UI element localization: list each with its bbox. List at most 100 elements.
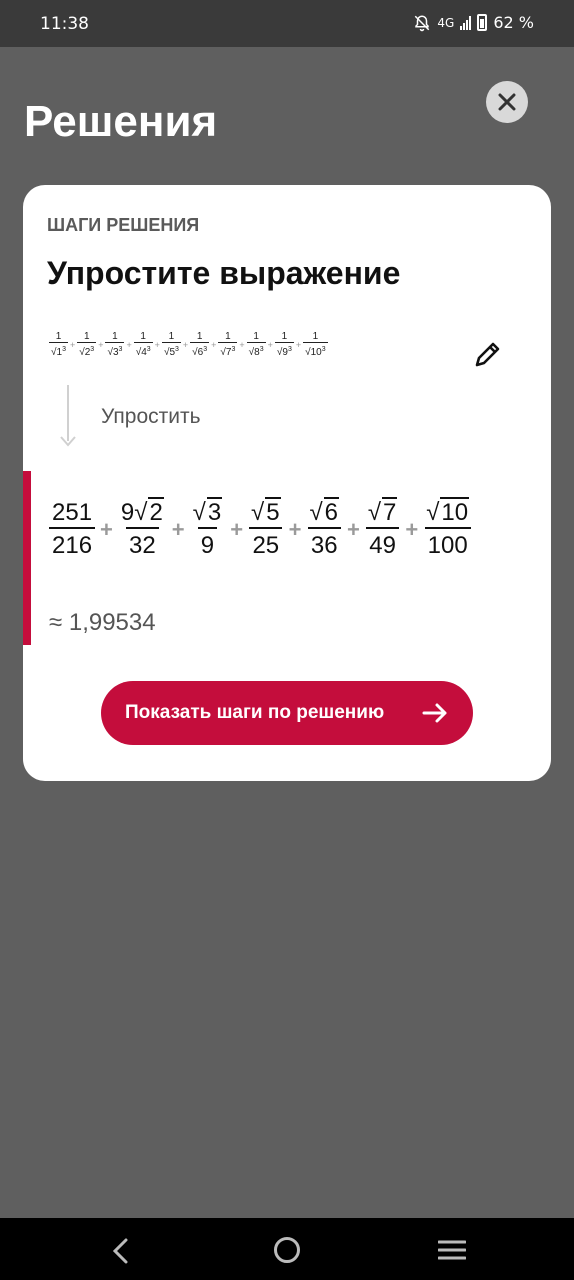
fraction-denominator: √23: [77, 342, 97, 358]
step-label: Упростить: [101, 405, 201, 428]
root-exponent: 3: [175, 346, 179, 353]
card-title: Упростите выражение: [47, 255, 401, 291]
solution-card: ШАГИ РЕШЕНИЯ Упростите выражение 1 √13 +1 √…: [23, 185, 551, 781]
coefficient: 9: [120, 499, 135, 526]
plus-sign: +: [126, 339, 132, 350]
fraction-term: 1 √13: [49, 331, 68, 358]
show-steps-label: Показать шаги по решению: [125, 702, 385, 723]
root-base: 53: [169, 346, 179, 358]
fraction-numerator: 1: [196, 331, 203, 342]
radicand: 5: [265, 497, 281, 526]
fraction-term: 1 √33: [105, 331, 125, 358]
menu-icon[interactable]: [438, 1239, 466, 1261]
fraction-term: 1 √103: [303, 331, 328, 358]
fraction-denominator: 9: [197, 527, 218, 560]
root-base: 43: [141, 346, 151, 358]
page-title: Решения: [24, 97, 218, 146]
radicand: 2: [148, 497, 164, 526]
fraction-denominator: √13: [49, 342, 68, 358]
root-base: 33: [112, 346, 123, 358]
battery-icon: [477, 14, 488, 31]
home-icon[interactable]: [274, 1237, 300, 1263]
fraction-denominator: √63: [190, 342, 210, 358]
navigation-bar: [0, 1218, 574, 1280]
plus-sign: +: [346, 516, 360, 542]
fraction-denominator: 25: [249, 527, 283, 560]
fraction-denominator: √93: [274, 342, 294, 358]
root-exponent: 3: [203, 346, 208, 353]
plus-sign: +: [98, 339, 104, 350]
plus-sign: +: [100, 516, 113, 542]
fraction-numerator: 1: [225, 331, 231, 342]
plus-sign: +: [211, 339, 217, 350]
fraction-term: √3 9: [190, 497, 226, 560]
fraction-numerator: 1: [168, 331, 175, 342]
fraction-term: 1 √23: [77, 331, 97, 358]
root-exponent: 3: [259, 346, 264, 353]
fraction-numerator: 9√2: [120, 497, 164, 526]
root-base: 23: [84, 346, 95, 358]
plus-sign: +: [288, 516, 302, 542]
signal-icon: [460, 15, 472, 30]
fraction-numerator: 1: [55, 331, 62, 342]
fraction-denominator: 100: [424, 527, 471, 560]
approx-value: ≈ 1,99534: [49, 609, 156, 636]
fraction-term: 1 √93: [274, 331, 294, 358]
radicand: 7: [382, 497, 398, 526]
root-exponent: 3: [62, 346, 66, 353]
fraction-denominator: 36: [307, 527, 341, 560]
fraction-denominator: √103: [303, 342, 328, 358]
status-time: 11:38: [40, 14, 89, 34]
fraction-term: 1 √63: [190, 331, 210, 358]
root-base: 83: [254, 346, 264, 358]
fraction-denominator: √43: [133, 342, 153, 358]
radicand: 6: [323, 497, 339, 526]
pencil-icon[interactable]: [471, 337, 505, 371]
root-base: 103: [310, 346, 326, 358]
fraction-term: √10 100: [423, 497, 472, 560]
plus-sign: +: [69, 339, 76, 350]
fraction-term: 9√2 32: [118, 497, 167, 560]
fraction-numerator: √3: [192, 497, 223, 526]
result-expression: 251 216 +9√2 32 + √3 9 + √5 25 + √6 36 + √7 49 + √10 100: [49, 497, 472, 560]
root-base: 63: [197, 346, 208, 358]
radicand: 3: [206, 497, 223, 526]
fraction-numerator: √5: [251, 497, 281, 526]
root-base: 73: [225, 346, 236, 358]
fraction-numerator: 1: [281, 331, 288, 342]
fraction-term: 251 216: [49, 499, 96, 560]
steps-label: ШАГИ РЕШЕНИЯ: [47, 215, 200, 235]
fraction-denominator: 49: [366, 527, 399, 560]
close-button[interactable]: [486, 81, 528, 123]
fraction-numerator: √10: [426, 497, 470, 526]
result-accent-bar: [23, 471, 31, 645]
plus-sign: +: [295, 339, 302, 350]
fraction-term: 1 √43: [133, 331, 153, 358]
fraction-term: 1 √73: [218, 331, 238, 358]
root-exponent: 3: [231, 346, 236, 353]
network-type: 4G: [437, 15, 455, 30]
show-steps-button[interactable]: Показать шаги по решению: [101, 681, 473, 745]
bell-off-icon: [415, 14, 430, 31]
numerator-value: 251: [52, 499, 93, 526]
problem-expression: 1 √13 +1 √23 +1 √33 +1 √43 +1 √53 +1 √63 +1 √73 +1 √83 +…: [49, 331, 328, 358]
root-base: 13: [56, 346, 66, 358]
root-exponent: 3: [90, 346, 95, 353]
fraction-term: √5 25: [248, 497, 284, 560]
fraction-numerator: √6: [309, 497, 339, 526]
fraction-numerator: 1: [253, 331, 259, 342]
plus-sign: +: [405, 516, 419, 542]
status-icons: 4G 62 %: [413, 13, 534, 32]
fraction-numerator: 1: [83, 331, 90, 342]
radicand: 10: [440, 497, 470, 526]
fraction-term: √6 36: [306, 497, 342, 560]
fraction-numerator: 1: [140, 331, 146, 342]
fraction-numerator: 251: [49, 499, 95, 527]
plus-sign: +: [239, 339, 245, 350]
root-exponent: 3: [321, 346, 326, 353]
plus-sign: +: [267, 339, 273, 350]
fraction-numerator: 1: [312, 331, 319, 342]
back-icon[interactable]: [104, 1234, 138, 1268]
fraction-term: √7 49: [365, 497, 401, 560]
battery-level: 62 %: [493, 13, 534, 32]
